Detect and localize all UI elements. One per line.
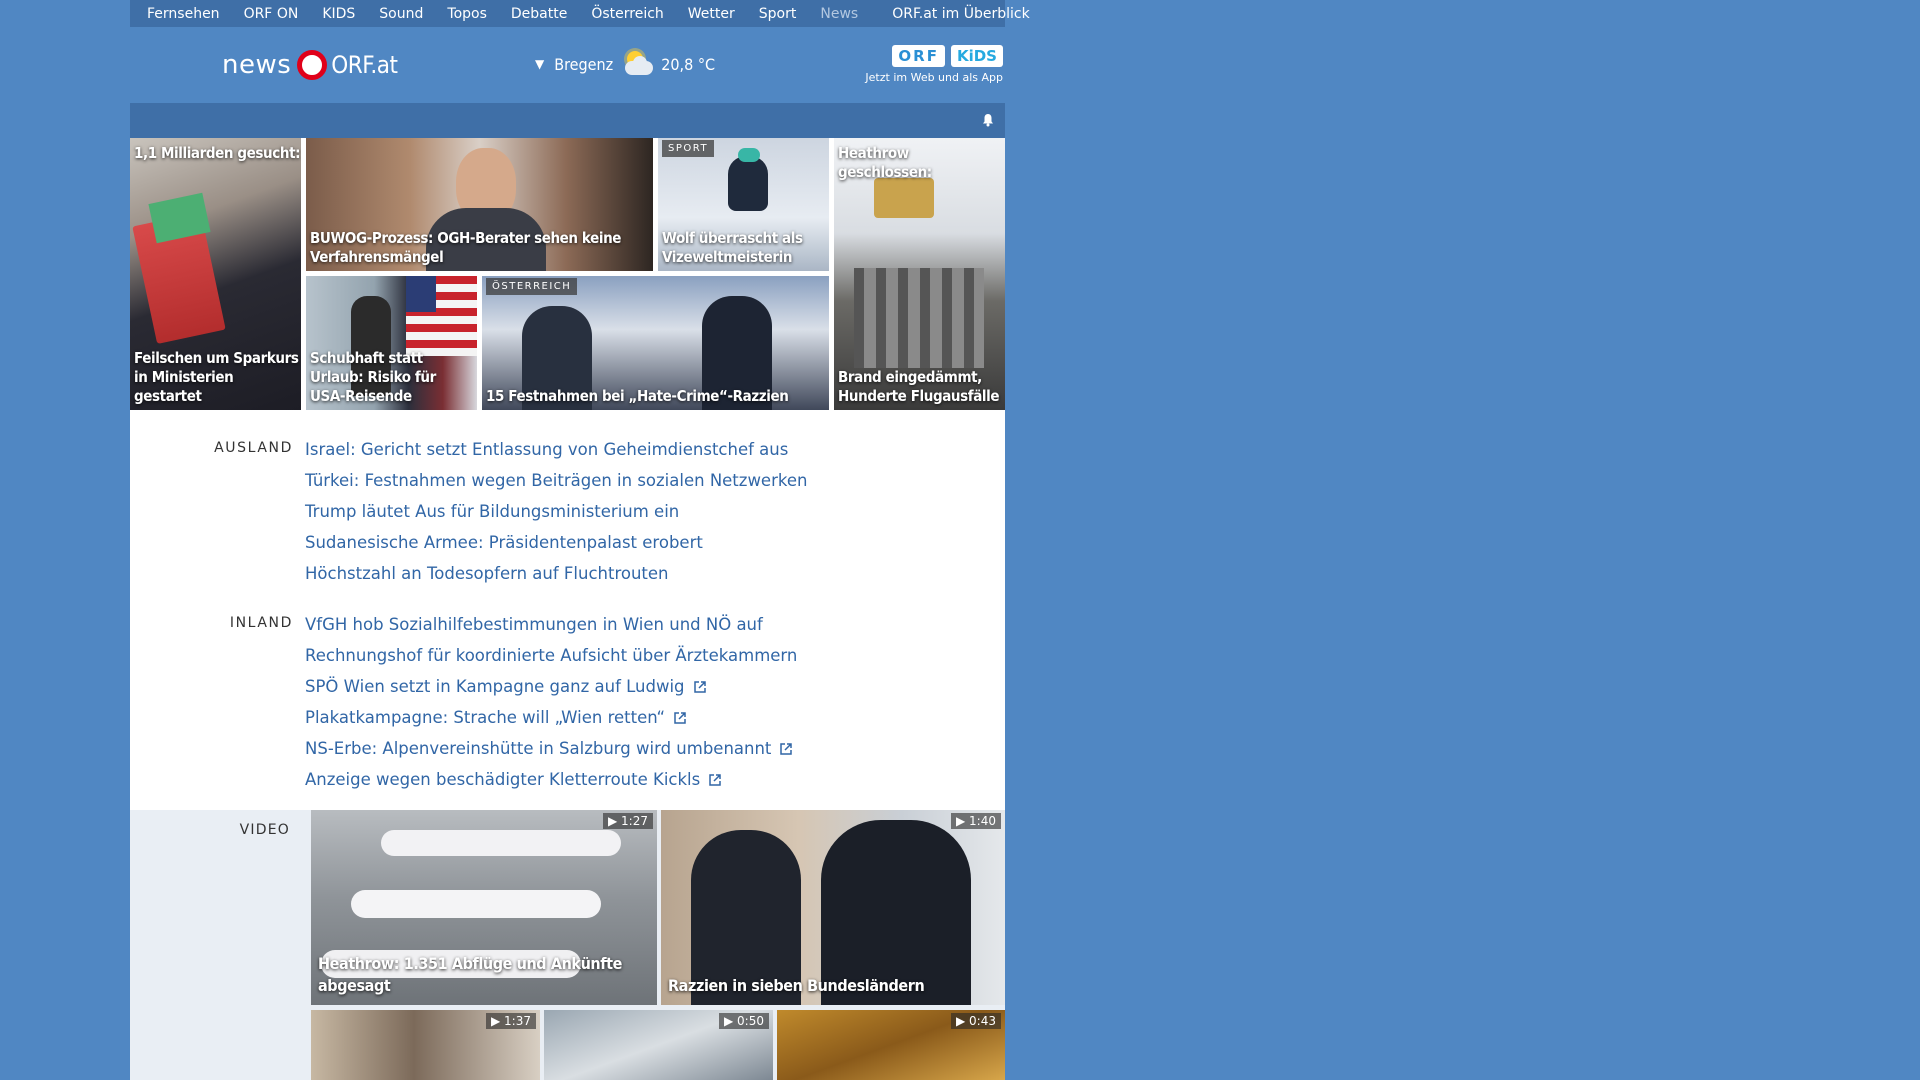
headline-link[interactable]: VfGH hob Sozialhilfebestimmungen in Wien… bbox=[305, 609, 797, 640]
nav-item-orf-on[interactable]: ORF ON bbox=[244, 6, 299, 22]
headline-link[interactable]: Anzeige wegen beschädigter Kletterroute … bbox=[305, 764, 797, 795]
teaser-caption-top: 1,1 Milliarden gesucht: bbox=[134, 144, 301, 162]
nav-item-wetter[interactable]: Wetter bbox=[688, 6, 735, 22]
external-link-icon bbox=[693, 680, 706, 693]
teaser-caption: 15 Festnahmen bei „Hate-Crime“-Razzien bbox=[486, 387, 789, 405]
video-section: VIDEO ▶ 1:27 Heathrow: 1.351 Abflüge und… bbox=[130, 810, 1005, 1080]
teaser-razzien[interactable]: ÖSTERREICH 15 Festnahmen bei „Hate-Crime… bbox=[482, 276, 829, 410]
orf-kids-promo[interactable]: ORF KiDS Jetzt im Web und als App bbox=[865, 45, 1003, 84]
site-header: news ORF.at ▼ Bregenz 20,8 °C ORF KiDS J… bbox=[130, 27, 1005, 103]
logo-orf-text: ORF.at bbox=[331, 51, 398, 79]
orf-badge: ORF bbox=[892, 45, 945, 67]
nav-item-debatte[interactable]: Debatte bbox=[511, 6, 567, 22]
teaser-schubhaft[interactable]: Schubhaft statt Urlaub: Risiko für USA-R… bbox=[306, 276, 477, 410]
nav-item-news[interactable]: News bbox=[820, 6, 858, 22]
teaser-heathrow[interactable]: Heathrow geschlossen: Brand eingedämmt, … bbox=[834, 138, 1005, 410]
video-teaser-5[interactable]: ▶ 0:43 bbox=[777, 1010, 1005, 1080]
kids-tagline: Jetzt im Web und als App bbox=[865, 71, 1003, 84]
teaser-badge: SPORT bbox=[662, 140, 715, 157]
nav-item-sport[interactable]: Sport bbox=[759, 6, 797, 22]
video-caption: Heathrow: 1.351 Abflüge und Ankünfte abg… bbox=[318, 954, 622, 995]
video-teaser-3[interactable]: ▶ 1:37 bbox=[311, 1010, 540, 1080]
headline-link[interactable]: Trump läutet Aus für Bildungsministerium… bbox=[305, 496, 807, 527]
teaser-buwog[interactable]: BUWOG-Prozess: OGH-Berater sehen keine V… bbox=[306, 138, 653, 271]
caret-down-icon: ▼ bbox=[535, 57, 545, 71]
nav-item-oesterreich[interactable]: Österreich bbox=[591, 6, 663, 22]
video-duration: ▶ 0:43 bbox=[951, 1013, 1001, 1029]
teaser-caption: Brand eingedämmt, Hunderte Flugausfälle bbox=[838, 368, 1000, 405]
video-caption: Razzien in sieben Bundesländern bbox=[668, 976, 925, 995]
teaser-sparkurs[interactable]: 1,1 Milliarden gesucht: Feilschen um Spa… bbox=[130, 138, 301, 410]
nav-item-fernsehen[interactable]: Fernsehen bbox=[147, 6, 220, 22]
video-teaser-heathrow[interactable]: ▶ 1:27 Heathrow: 1.351 Abflüge und Ankün… bbox=[311, 810, 657, 1005]
partly-cloudy-icon bbox=[621, 51, 655, 77]
headline-link[interactable]: SPÖ Wien setzt in Kampagne ganz auf Ludw… bbox=[305, 671, 797, 702]
video-duration: ▶ 1:27 bbox=[603, 813, 653, 829]
video-teaser-4[interactable]: ▶ 0:50 bbox=[544, 1010, 773, 1080]
external-link-icon bbox=[709, 773, 721, 786]
page: Fernsehen ORF ON KIDS Sound Topos Debatt… bbox=[130, 0, 1030, 1080]
video-teaser-razzien[interactable]: ▶ 1:40 Razzien in sieben Bundesländern bbox=[661, 810, 1005, 1005]
nav-item-overview[interactable]: ORF.at im Überblick bbox=[892, 6, 1029, 22]
headline-link[interactable]: Plakatkampagne: Strache will „Wien rette… bbox=[305, 702, 797, 733]
weather-temperature: 20,8 °C bbox=[661, 54, 716, 74]
headline-link[interactable]: NS-Erbe: Alpenvereinshütte in Salzburg w… bbox=[305, 733, 797, 764]
weather-city: Bregenz bbox=[554, 54, 614, 74]
teaser-caption: Feilschen um Sparkurs in Ministerien ges… bbox=[134, 349, 299, 405]
orf-eye-icon bbox=[297, 50, 328, 80]
top-navigation: Fernsehen ORF ON KIDS Sound Topos Debatt… bbox=[130, 0, 1030, 27]
teaser-grid: 1,1 Milliarden gesucht: Feilschen um Spa… bbox=[130, 138, 1005, 410]
nav-item-kids[interactable]: KIDS bbox=[322, 6, 355, 22]
video-duration: ▶ 1:37 bbox=[486, 1013, 536, 1029]
sub-bar bbox=[130, 103, 1005, 138]
nav-item-sound[interactable]: Sound bbox=[379, 6, 423, 22]
weather-widget[interactable]: ▼ Bregenz 20,8 °C bbox=[535, 51, 715, 77]
teaser-caption: Wolf überrascht als Vizeweltmeisterin bbox=[662, 229, 803, 266]
headline-link[interactable]: Sudanesische Armee: Präsidentenpalast er… bbox=[305, 527, 807, 558]
external-link-icon bbox=[674, 711, 686, 724]
headline-link[interactable]: Türkei: Festnahmen wegen Beiträgen in so… bbox=[305, 465, 807, 496]
headline-link[interactable]: Rechnungshof für koordinierte Aufsicht ü… bbox=[305, 640, 797, 671]
nav-item-topos[interactable]: Topos bbox=[447, 6, 486, 22]
section-label: INLAND bbox=[229, 615, 293, 631]
news-lists: AUSLAND Israel: Gericht setzt Entlassung… bbox=[130, 410, 1005, 810]
teaser-wolf[interactable]: SPORT Wolf überrascht als Vizeweltmeiste… bbox=[658, 138, 829, 271]
video-duration: ▶ 1:40 bbox=[951, 813, 1001, 829]
logo-news-text: news bbox=[222, 50, 292, 80]
teaser-caption-top: Heathrow geschlossen: bbox=[838, 144, 932, 181]
section-label: VIDEO bbox=[239, 822, 290, 838]
bell-icon[interactable] bbox=[981, 113, 995, 127]
teaser-badge: ÖSTERREICH bbox=[486, 278, 578, 295]
headline-link[interactable]: Höchstzahl an Todesopfern auf Fluchtrout… bbox=[305, 558, 807, 589]
external-link-icon bbox=[780, 742, 793, 755]
teaser-caption: BUWOG-Prozess: OGH-Berater sehen keine V… bbox=[310, 229, 622, 266]
section-label: AUSLAND bbox=[214, 440, 293, 456]
kids-badge: KiDS bbox=[950, 45, 1003, 67]
teaser-caption: Schubhaft statt Urlaub: Risiko für USA-R… bbox=[310, 349, 436, 405]
news-orf-logo[interactable]: news ORF.at bbox=[222, 50, 398, 80]
video-duration: ▶ 0:50 bbox=[719, 1013, 769, 1029]
headline-link[interactable]: Israel: Gericht setzt Entlassung von Geh… bbox=[305, 434, 807, 465]
